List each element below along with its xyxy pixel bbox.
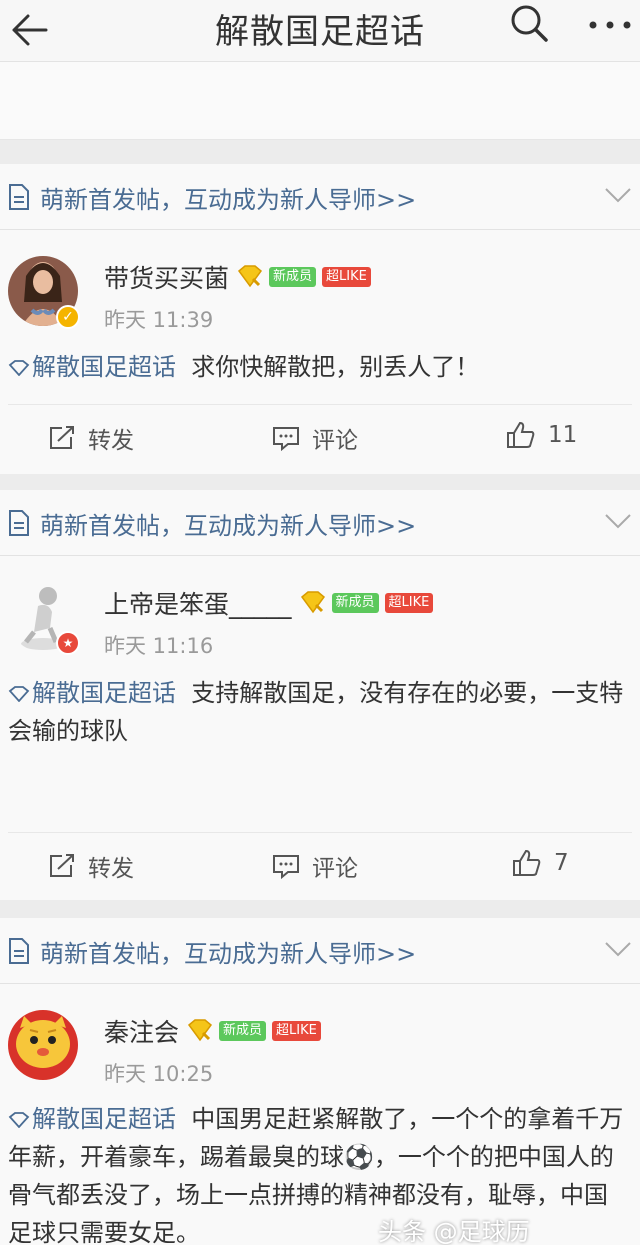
comment-icon	[273, 855, 299, 879]
chevron-down-icon[interactable]	[604, 186, 632, 204]
fan-level-diamond-icon	[237, 265, 263, 288]
repost-button[interactable]: 转发	[48, 849, 134, 883]
search-icon[interactable]	[508, 2, 550, 44]
post-text: 求你快解散把，别丢人了！	[191, 353, 480, 381]
thumbs-up-icon	[513, 849, 541, 876]
watermark: 头条 @足球历	[378, 1218, 530, 1245]
post-header: ★ 上帝是笨蛋_____ 新成员 超LIKE 昨天 11:16	[0, 556, 640, 658]
super-like-tag: 超LIKE	[322, 267, 371, 287]
like-count: 11	[548, 422, 578, 448]
super-like-tag: 超LIKE	[384, 593, 434, 613]
document-icon	[9, 938, 29, 964]
topic-diamond-icon	[8, 686, 30, 702]
action-bar: 转发 评论 7	[8, 832, 632, 900]
post-content: 解散国足超话 中国男足赶紧解散了，一个个的拿着千万年薪，开着豪车，踢着最臭的球⚽…	[8, 1100, 630, 1245]
like-count: 7	[554, 850, 569, 876]
document-icon	[9, 184, 29, 210]
like-button[interactable]: 7	[512, 849, 569, 877]
post-card: 萌新首发帖，互动成为新人导师>> 秦注会 新成员 超LIKE 昨天 10:25 …	[0, 918, 640, 1245]
repost-icon	[50, 426, 74, 449]
post-card: 萌新首发帖，互动成为新人导师>> ✓ 带货买买菌 新成员 超LIKE 昨天 11…	[0, 164, 640, 474]
chevron-down-icon[interactable]	[604, 940, 632, 958]
newbie-banner[interactable]: 萌新首发帖，互动成为新人导师>>	[0, 164, 640, 230]
comment-icon	[273, 427, 299, 451]
new-member-tag: 新成员	[331, 593, 379, 613]
thumbs-up-icon	[507, 421, 535, 448]
username[interactable]: 上帝是笨蛋_____	[104, 585, 292, 621]
new-member-tag: 新成员	[269, 267, 317, 287]
topic-diamond-icon	[8, 1112, 30, 1128]
repost-icon	[50, 854, 74, 877]
star-badge-icon: ★	[56, 631, 80, 655]
topic-link[interactable]: 解散国足超话	[8, 1105, 176, 1133]
banner-text: 萌新首发帖，互动成为新人导师>>	[40, 186, 417, 214]
document-icon	[9, 510, 29, 536]
fan-level-diamond-icon	[300, 591, 325, 614]
username[interactable]: 秦注会	[104, 1013, 179, 1049]
post-time: 昨天 11:39	[104, 308, 214, 332]
new-member-tag: 新成员	[219, 1021, 267, 1041]
post-content: 解散国足超话 支持解散国足，没有存在的必要，一支特会输的球队	[8, 674, 630, 750]
topic-link[interactable]: 解散国足超话	[8, 679, 176, 707]
comment-button[interactable]: 评论	[272, 849, 358, 883]
newbie-banner[interactable]: 萌新首发帖，互动成为新人导师>>	[0, 918, 640, 984]
repost-button[interactable]: 转发	[48, 421, 134, 455]
post-card: 萌新首发帖，互动成为新人导师>> ★ 上帝是笨蛋_____ 新成员 超LIKE	[0, 490, 640, 900]
more-options-icon[interactable]	[588, 20, 632, 30]
newbie-banner[interactable]: 萌新首发帖，互动成为新人导师>>	[0, 490, 640, 556]
avatar[interactable]	[8, 1010, 78, 1080]
blank-area	[0, 62, 640, 140]
topic-diamond-icon	[8, 360, 30, 376]
verified-badge-icon: ✓	[56, 305, 80, 329]
like-button[interactable]: 11	[506, 421, 577, 449]
banner-text: 萌新首发帖，互动成为新人导师>>	[40, 940, 417, 968]
topic-link[interactable]: 解散国足超话	[8, 353, 176, 381]
comment-button[interactable]: 评论	[272, 421, 358, 455]
post-time: 昨天 11:16	[104, 634, 214, 658]
action-bar: 转发 评论 11	[8, 404, 632, 472]
post-time: 昨天 10:25	[104, 1062, 214, 1086]
post-content: 解散国足超话 求你快解散把，别丢人了！	[8, 348, 630, 386]
fan-level-diamond-icon	[187, 1019, 213, 1042]
super-like-tag: 超LIKE	[272, 1021, 321, 1041]
post-header: 秦注会 新成员 超LIKE 昨天 10:25	[0, 984, 640, 1086]
top-bar: 解散国足超话	[0, 0, 640, 62]
post-header: ✓ 带货买买菌 新成员 超LIKE 昨天 11:39	[0, 230, 640, 332]
banner-text: 萌新首发帖，互动成为新人导师>>	[40, 512, 417, 540]
chevron-down-icon[interactable]	[604, 512, 632, 530]
username[interactable]: 带货买买菌	[104, 259, 229, 295]
